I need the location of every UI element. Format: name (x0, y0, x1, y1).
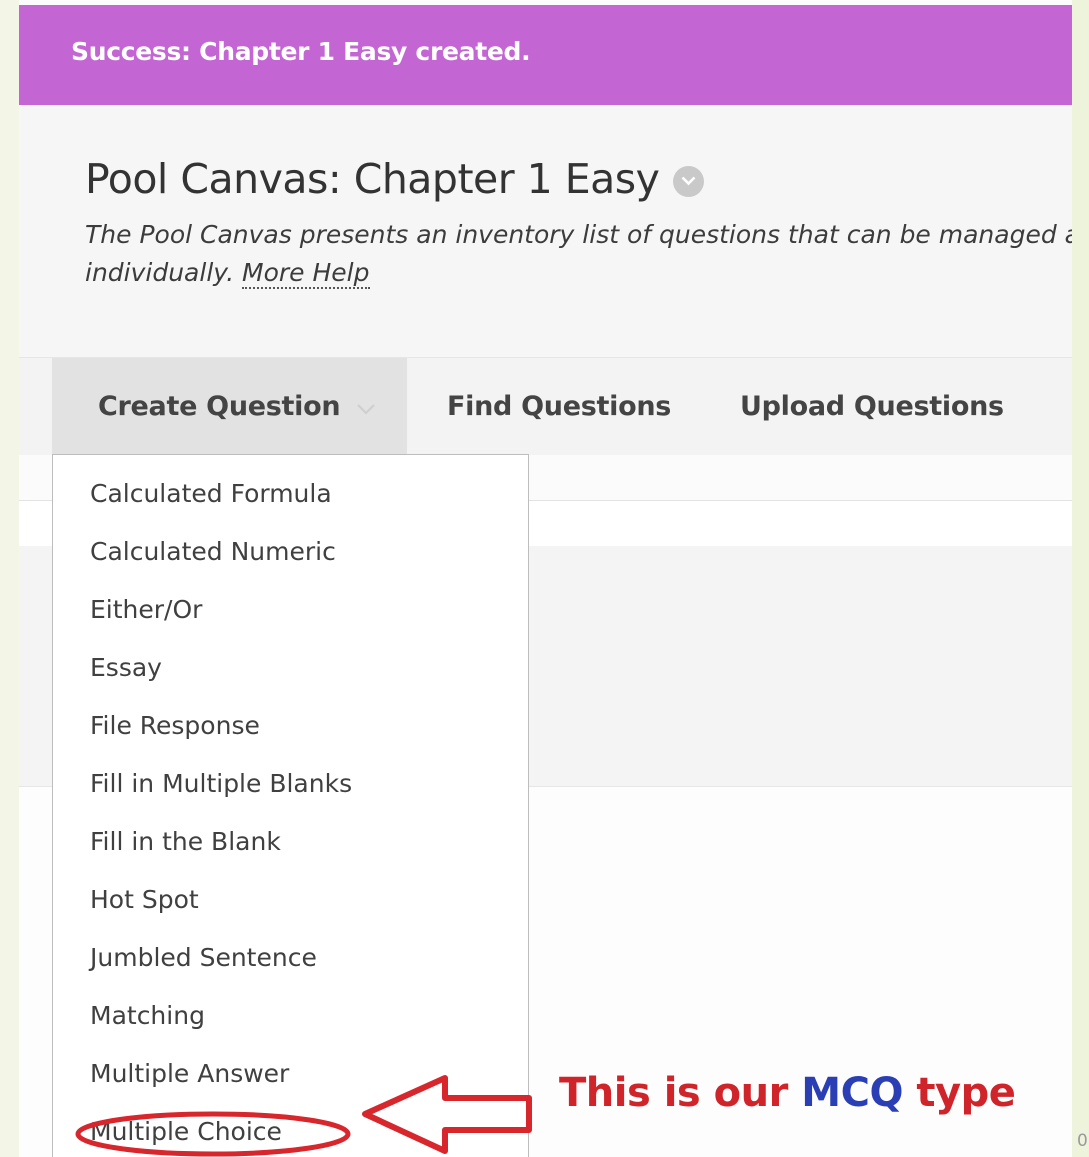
menu-item-fill-in-multiple-blanks[interactable]: Fill in Multiple Blanks (90, 769, 352, 798)
menu-item-multiple-answer[interactable]: Multiple Answer (90, 1059, 289, 1088)
highlight-ellipse-icon (75, 1111, 351, 1157)
annotation-prefix: This is our (559, 1070, 788, 1116)
page-title: Pool Canvas: Chapter 1 Easy (85, 155, 660, 203)
menu-item-jumbled-sentence[interactable]: Jumbled Sentence (90, 943, 317, 972)
page-description: The Pool Canvas presents an inventory li… (85, 216, 1072, 292)
title-options-chevron-icon[interactable] (673, 165, 705, 197)
pool-canvas-page: Success: Chapter 1 Easy created. Pool Ca… (19, 0, 1072, 1157)
annotation-suffix: type (916, 1070, 1016, 1116)
annotation-text: This is our MCQ type (559, 1070, 1016, 1116)
success-message: Success: Chapter 1 Easy created. (71, 37, 531, 66)
create-question-button[interactable]: Create Question (52, 358, 407, 455)
menu-item-either-or[interactable]: Either/Or (90, 595, 202, 624)
slide-number: 0 (1077, 1131, 1088, 1151)
menu-item-file-response[interactable]: File Response (90, 711, 260, 740)
title-row: Pool Canvas: Chapter 1 Easy (85, 155, 705, 203)
success-banner: Success: Chapter 1 Easy created. (19, 5, 1072, 105)
menu-item-fill-in-the-blank[interactable]: Fill in the Blank (90, 827, 281, 856)
pointer-arrow-icon (362, 1075, 532, 1154)
create-question-label: Create Question (98, 391, 341, 422)
find-questions-button[interactable]: Find Questions (447, 358, 671, 455)
action-toolbar: Create Question Find Questions Upload Qu… (19, 357, 1072, 455)
description-line-2: individually. (85, 258, 235, 287)
create-question-menu: Calculated Formula Calculated Numeric Ei… (52, 454, 529, 1157)
description-line-1: The Pool Canvas presents an inventory li… (85, 220, 1072, 249)
more-help-link[interactable]: More Help (242, 258, 370, 289)
menu-item-matching[interactable]: Matching (90, 1001, 205, 1030)
menu-item-calculated-formula[interactable]: Calculated Formula (90, 479, 332, 508)
annotation-mcq: MCQ (801, 1070, 903, 1116)
menu-item-calculated-numeric[interactable]: Calculated Numeric (90, 537, 336, 566)
chevron-down-icon (356, 391, 376, 422)
menu-item-essay[interactable]: Essay (90, 653, 162, 682)
upload-questions-button[interactable]: Upload Questions (740, 358, 1004, 455)
menu-item-hot-spot[interactable]: Hot Spot (90, 885, 199, 914)
slide-margin (1072, 0, 1089, 1157)
